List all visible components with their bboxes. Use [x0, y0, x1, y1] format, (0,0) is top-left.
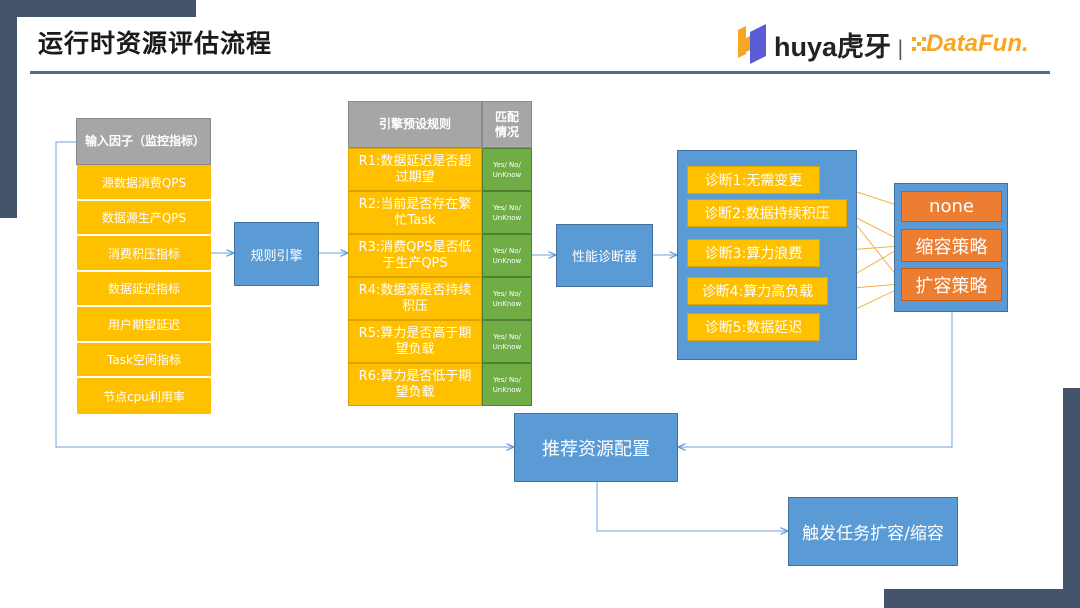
rule-r5: R5:算力是否高于期望负载 — [348, 320, 482, 363]
rules-header: 引擎预设规则 — [348, 101, 482, 148]
match-header: 匹配情况 — [482, 101, 532, 148]
input-factor-item: 节点cpu利用率 — [77, 378, 211, 414]
rule-r2: R2:当前是否存在繁忙Task — [348, 191, 482, 234]
rule-r5-match: Yes/ No/ UnKnow — [482, 320, 532, 363]
rule-r4: R4:数据源是否持续积压 — [348, 277, 482, 320]
outcome-scale-up: 扩容策略 — [901, 268, 1002, 301]
input-factor-item: 数据延迟指标 — [77, 272, 211, 307]
diagnosis-2: 诊断2:数据持续积压 — [687, 199, 847, 227]
diagnosis-5: 诊断5:数据延迟 — [687, 313, 820, 341]
rule-r1-match: Yes/ No/ UnKnow — [482, 148, 532, 191]
input-factors-header: 输入因子（监控指标） — [76, 118, 211, 165]
input-factor-item: 数据源生产QPS — [77, 201, 211, 236]
rule-r4-match: Yes/ No/ UnKnow — [482, 277, 532, 320]
diagnosis-3: 诊断3:算力浪费 — [687, 239, 820, 267]
rule-r3-match: Yes/ No/ UnKnow — [482, 234, 532, 277]
input-factor-item: 消费积压指标 — [77, 236, 211, 272]
outcome-none: none — [901, 191, 1002, 222]
trigger-scaling-box: 触发任务扩容/缩容 — [788, 497, 958, 566]
input-factor-item: Task空闲指标 — [77, 343, 211, 378]
rule-r6-match: Yes/ No/ UnKnow — [482, 363, 532, 406]
rule-r1: R1:数据延迟是否超过期望 — [348, 148, 482, 191]
outcome-scale-down: 缩容策略 — [901, 229, 1002, 262]
performance-diagnoser-box: 性能诊断器 — [556, 224, 653, 287]
recommend-resource-config-box: 推荐资源配置 — [514, 413, 678, 482]
input-factor-item: 源数据消费QPS — [77, 165, 211, 201]
rule-r2-match: Yes/ No/ UnKnow — [482, 191, 532, 234]
diagnosis-4: 诊断4:算力高负载 — [687, 277, 828, 305]
diagnosis-1: 诊断1:无需变更 — [687, 166, 820, 194]
rule-r3: R3:消费QPS是否低于生产QPS — [348, 234, 482, 277]
input-factor-item: 用户期望延迟 — [77, 307, 211, 343]
rule-r6: R6:算力是否低于期望负载 — [348, 363, 482, 406]
rule-engine-box: 规则引擎 — [234, 222, 319, 286]
